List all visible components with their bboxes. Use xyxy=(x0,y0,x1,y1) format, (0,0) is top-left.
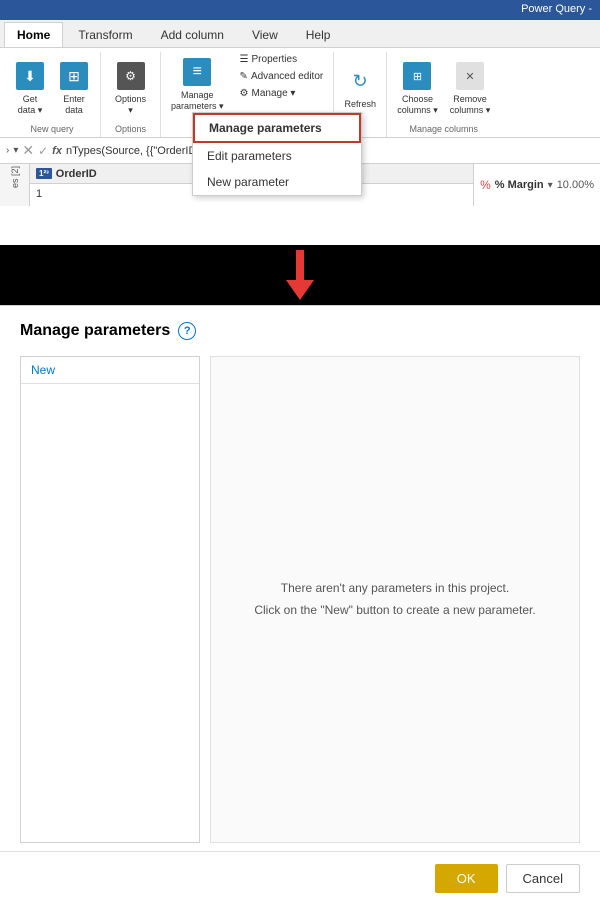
ribbon-group-options: ⚙ Options▾ Options xyxy=(101,52,161,137)
new-query-label: New query xyxy=(30,124,73,137)
ok-button[interactable]: OK xyxy=(435,864,498,893)
sidebar-toggle[interactable]: › xyxy=(6,145,9,156)
formula-fx-label: fx xyxy=(52,145,62,157)
dropdown-edit-parameters[interactable]: Edit parameters xyxy=(193,143,361,169)
grid-sidebar: es [2] xyxy=(0,164,30,206)
tab-add-column[interactable]: Add column xyxy=(148,22,237,47)
formula-cancel-icon[interactable]: ✕ xyxy=(22,142,34,159)
collapse-toggle[interactable]: ▾ xyxy=(13,145,18,156)
remove-columns-button[interactable]: ✕ Removecolumns ▾ xyxy=(446,56,495,120)
get-data-icon: ⬇ xyxy=(14,60,46,92)
tab-bar: Home Transform Add column View Help xyxy=(0,20,600,48)
dialog-title: Manage parameters xyxy=(20,322,170,340)
options-label: Options xyxy=(115,124,146,137)
choose-columns-button[interactable]: ⊞ Choosecolumns ▾ xyxy=(393,56,442,120)
empty-message: There aren't any parameters in this proj… xyxy=(254,578,535,621)
manage-params-icon: ≡ xyxy=(181,56,213,88)
column-type-icon: 1²³ xyxy=(36,168,52,179)
dialog-header: Manage parameters ? xyxy=(0,306,600,348)
options-icon: ⚙ xyxy=(115,60,147,92)
arrow-head xyxy=(286,280,314,300)
empty-message-line1: There aren't any parameters in this proj… xyxy=(254,578,535,600)
margin-value: 10.00% xyxy=(557,179,594,191)
manage-parameters-button[interactable]: ≡ Manageparameters ▾ xyxy=(167,52,228,116)
formula-confirm-icon[interactable]: ✓ xyxy=(38,144,48,158)
tab-view[interactable]: View xyxy=(239,22,291,47)
dropdown-menu: Manage parameters Edit parameters New pa… xyxy=(192,112,362,196)
margin-area: % % Margin ▾ 10.00% xyxy=(473,164,600,206)
choose-columns-icon: ⊞ xyxy=(401,60,433,92)
title-text: Power Query - xyxy=(521,3,592,15)
red-arrow xyxy=(286,250,314,300)
dialog-footer: OK Cancel xyxy=(0,851,600,905)
new-parameter-link[interactable]: New xyxy=(21,357,199,384)
parameter-list-empty xyxy=(21,384,199,842)
sidebar-query-label: es [2] xyxy=(10,166,20,188)
refresh-icon: ↻ xyxy=(344,65,376,97)
manage-parameters-dialog: Manage parameters ? New There aren't any… xyxy=(0,305,600,905)
margin-dropdown-button[interactable]: ▾ xyxy=(548,180,553,191)
advanced-editor-icon: ✎ xyxy=(240,71,248,82)
parameter-detail-panel: There aren't any parameters in this proj… xyxy=(210,356,580,843)
parameter-list-panel: New xyxy=(20,356,200,843)
margin-label: % Margin xyxy=(495,179,544,191)
tab-transform[interactable]: Transform xyxy=(65,22,145,47)
options-button[interactable]: ⚙ Options▾ xyxy=(111,56,151,120)
manage-icon: ⚙ xyxy=(240,88,249,99)
tab-help[interactable]: Help xyxy=(293,22,344,47)
properties-icon: ☰ xyxy=(240,54,249,65)
arrow-shaft xyxy=(296,250,304,280)
dialog-help-button[interactable]: ? xyxy=(178,322,196,340)
ribbon-group-manage-columns: ⊞ Choosecolumns ▾ ✕ Removecolumns ▾ Mana… xyxy=(387,52,500,137)
dropdown-manage-parameters[interactable]: Manage parameters xyxy=(193,113,361,143)
advanced-editor-button[interactable]: ✎ Advanced editor xyxy=(236,69,328,84)
enter-data-button[interactable]: ⊞ Enterdata xyxy=(54,56,94,120)
cell-value-1: 1 xyxy=(36,188,42,200)
remove-columns-icon: ✕ xyxy=(454,60,486,92)
title-bar: Power Query - xyxy=(0,0,600,20)
dialog-body: New There aren't any parameters in this … xyxy=(0,348,600,851)
manage-columns-label: Manage columns xyxy=(409,124,478,137)
tab-home[interactable]: Home xyxy=(4,22,63,47)
ribbon-group-new-query: ⬇ Getdata ▾ ⊞ Enterdata New query xyxy=(4,52,101,137)
dropdown-new-parameter[interactable]: New parameter xyxy=(193,169,361,195)
margin-percent-icon: % xyxy=(480,178,491,192)
query-actions: ☰ Properties ✎ Advanced editor ⚙ Manage … xyxy=(236,52,328,101)
arrow-section xyxy=(0,245,600,305)
manage-button[interactable]: ⚙ Manage ▾ xyxy=(236,86,328,101)
enter-data-icon: ⊞ xyxy=(58,60,90,92)
column-name: OrderID xyxy=(56,168,97,180)
properties-button[interactable]: ☰ Properties xyxy=(236,52,328,67)
get-data-button[interactable]: ⬇ Getdata ▾ xyxy=(10,56,50,120)
power-query-ribbon: Power Query - Home Transform Add column … xyxy=(0,0,600,245)
cancel-button[interactable]: Cancel xyxy=(506,864,580,893)
empty-message-line2: Click on the "New" button to create a ne… xyxy=(254,600,535,622)
